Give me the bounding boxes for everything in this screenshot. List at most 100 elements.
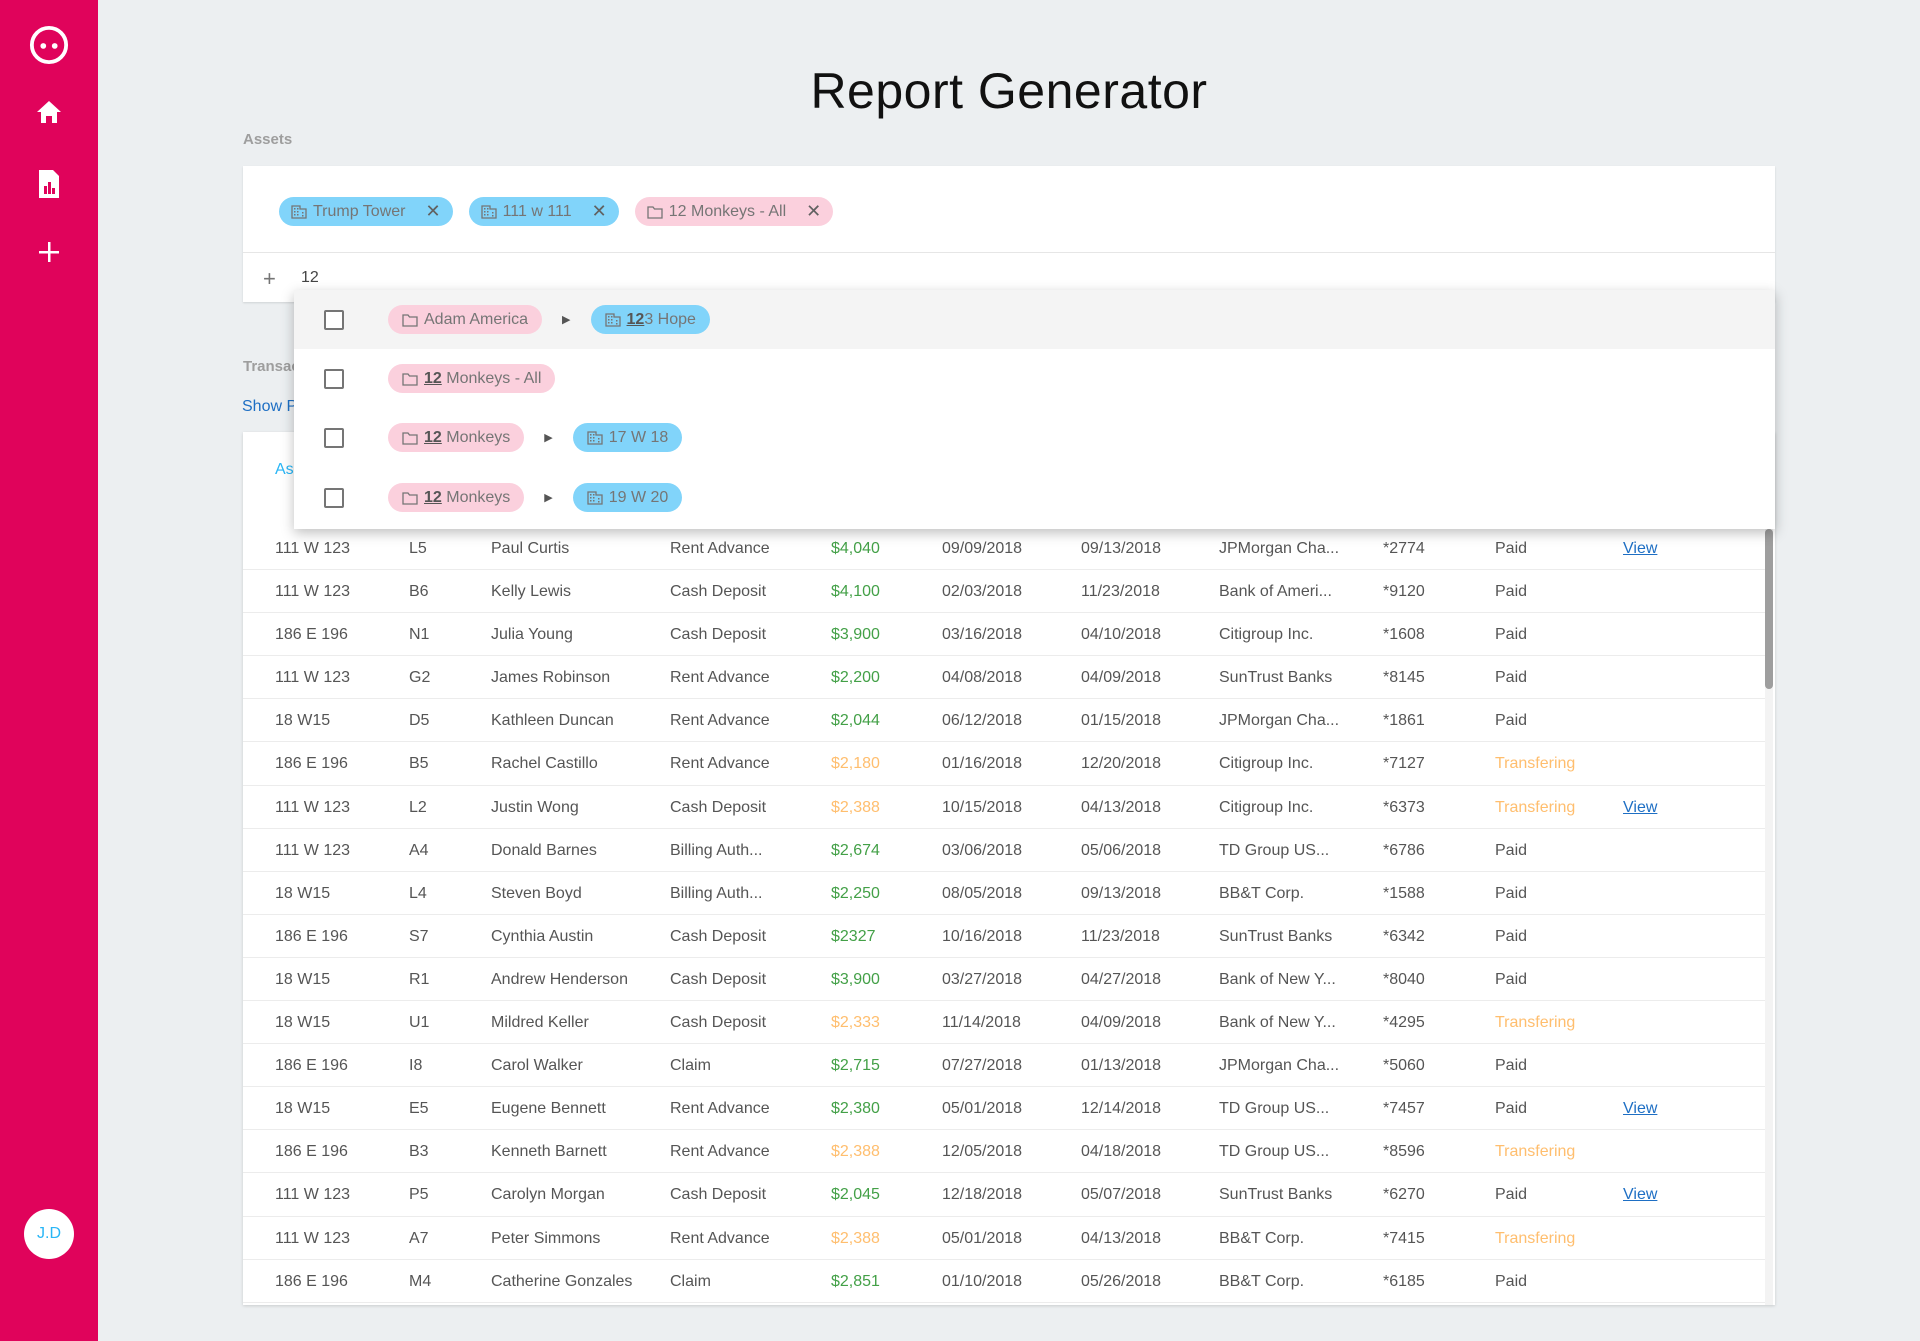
cell-type: Rent Advance (670, 712, 770, 730)
table-row[interactable]: 111 W 123 A4 Donald Barnes Billing Auth... $… (243, 829, 1765, 872)
arrow-right-icon: ▶ (544, 492, 553, 504)
avatar[interactable]: J.D (24, 1209, 74, 1259)
table-row[interactable]: 18 W15 L4 Steven Boyd Billing Auth... $2,250… (243, 872, 1765, 915)
cell-account: *7415 (1383, 1229, 1425, 1247)
suggestion-parent-label: Monkeys - All (441, 369, 542, 387)
scrollbar-thumb[interactable] (1765, 529, 1773, 689)
cell-action[interactable]: View (1623, 1173, 1657, 1216)
table-row[interactable]: 186 E 196 B3 Kenneth Barnett Rent Advance $2… (243, 1130, 1765, 1174)
cell-bank: BB&T Corp. (1219, 1272, 1305, 1290)
cell-date-start: 05/01/2018 (942, 1229, 1023, 1247)
cell-date-end: 04/13/2018 (1081, 798, 1162, 816)
cell-bank: Citigroup Inc. (1219, 755, 1314, 773)
cell-tenant: Kenneth Barnett (491, 1143, 607, 1161)
asset-chip[interactable]: Trump Tower ✕ (279, 197, 453, 226)
suggestion-item[interactable]: 12 Monkeys ▶ 19 W 20 (294, 468, 1775, 527)
cell-tenant: Carol Walker (491, 1057, 583, 1075)
close-icon[interactable]: ✕ (806, 201, 821, 222)
suggestion-parent-chip: 12 Monkeys (388, 483, 525, 512)
table-row[interactable]: 186 E 196 S7 Cynthia Austin Cash Deposit $23… (243, 915, 1765, 958)
cell-action[interactable]: View (1623, 527, 1657, 570)
table-row[interactable]: 111 W 123 A7 Peter Simmons Rent Advance $2,3… (243, 1217, 1765, 1260)
transactions-label: Transac (243, 358, 300, 375)
cell-asset: 186 E 196 (275, 927, 348, 945)
asset-chip-label: Trump Tower (313, 202, 406, 220)
checkbox[interactable] (324, 368, 344, 389)
cell-amount: $2,674 (831, 841, 880, 859)
report-icon[interactable] (29, 164, 69, 204)
match-highlight: 12 (424, 488, 442, 506)
home-icon[interactable] (29, 92, 69, 132)
table-row[interactable]: 111 W 123 L2 Justin Wong Cash Deposit $2,388… (243, 786, 1765, 829)
cell-asset: 18 W15 (275, 1014, 331, 1032)
cell-account: *9120 (1383, 583, 1425, 601)
asset-search-input[interactable] (301, 266, 513, 292)
cell-date-start: 05/01/2018 (942, 1100, 1023, 1118)
show-link[interactable]: Show P (242, 398, 297, 416)
cell-tenant: Julia Young (491, 626, 573, 644)
cell-tenant: Carolyn Morgan (491, 1186, 605, 1204)
plus-icon[interactable] (29, 232, 69, 272)
asset-chip[interactable]: 111 w 111 ✕ (468, 197, 619, 226)
asset-chip[interactable]: 12 Monkeys - All ✕ (634, 197, 834, 226)
table-row[interactable]: 111 W 123 B6 Kelly Lewis Cash Deposit $4,100… (243, 570, 1765, 614)
building-icon (291, 204, 307, 219)
cell-status: Paid (1495, 669, 1528, 687)
cell-action[interactable]: View (1623, 786, 1657, 829)
cell-unit: B5 (409, 755, 429, 773)
cell-date-end: 05/26/2018 (1081, 1272, 1162, 1290)
cell-type: Rent Advance (670, 1143, 770, 1161)
cell-asset: 18 W15 (275, 884, 331, 902)
table-row[interactable]: 18 W15 E5 Eugene Bennett Rent Advance $2,380… (243, 1087, 1765, 1131)
cell-action[interactable]: View (1623, 1087, 1657, 1130)
cell-asset: 186 E 196 (275, 1272, 348, 1290)
table-row[interactable]: 186 E 196 B5 Rachel Castillo Rent Advance $2… (243, 742, 1765, 786)
cell-date-end: 09/13/2018 (1081, 540, 1162, 557)
cell-bank: BB&T Corp. (1219, 884, 1305, 902)
checkbox[interactable] (324, 487, 344, 508)
suggestion-parent-label: Adam America (424, 310, 529, 328)
cell-unit: D5 (409, 712, 430, 730)
table-header-asset[interactable]: As (275, 461, 294, 479)
cell-amount: $4,040 (831, 540, 880, 557)
cell-date-start: 03/06/2018 (942, 841, 1023, 859)
table-row[interactable]: 186 E 196 I8 Carol Walker Claim $2,715 07/27/… (243, 1044, 1765, 1088)
cell-status: Paid (1495, 626, 1528, 644)
add-asset-icon[interactable]: + (263, 266, 287, 292)
suggestion-item[interactable]: 12 Monkeys ▶ 17 W 18 (294, 408, 1775, 467)
folder-icon (402, 431, 418, 445)
cell-bank: Citigroup Inc. (1219, 798, 1314, 816)
transactions-table: As 111 W 123 L5 Paul Curtis Rent Advance $4,… (243, 432, 1775, 1305)
cell-amount: $2,388 (831, 1143, 880, 1161)
cell-asset: 111 W 123 (275, 1186, 351, 1204)
cell-asset: 186 E 196 (275, 755, 348, 773)
cell-asset: 111 W 123 (275, 798, 351, 816)
suggestion-item[interactable]: 12 Monkeys - All (294, 349, 1775, 408)
suggestion-item[interactable]: Adam America ▶ 12 3 Hope (294, 290, 1775, 349)
logo-icon[interactable] (29, 25, 69, 65)
close-icon[interactable]: ✕ (425, 201, 440, 222)
cell-date-start: 01/10/2018 (942, 1272, 1023, 1290)
table-row[interactable]: 186 E 196 M4 Catherine Gonzales Claim $2,851… (243, 1260, 1765, 1303)
table-row[interactable]: 18 W15 U1 Mildred Keller Cash Deposit $2,333… (243, 1001, 1765, 1045)
asset-chips: Trump Tower ✕ 111 w 111 ✕ 12 Monkeys - All ✕ (279, 197, 834, 226)
cell-unit: I8 (409, 1057, 423, 1075)
cell-account: *8596 (1383, 1143, 1425, 1161)
table-row[interactable]: 18 W15 R1 Andrew Henderson Cash Deposit $3,9… (243, 958, 1765, 1002)
checkbox[interactable] (324, 309, 344, 330)
table-row[interactable]: 111 W 123 L5 Paul Curtis Rent Advance $4,040… (243, 527, 1765, 571)
cell-status: Transfering (1495, 1143, 1576, 1161)
checkbox[interactable] (324, 427, 344, 448)
table-row[interactable]: 186 E 196 N1 Julia Young Cash Deposit $3,900… (243, 613, 1765, 657)
table-row[interactable]: 111 W 123 G2 James Robinson Rent Advance $2,… (243, 656, 1765, 700)
suggestion-path: 12 Monkeys ▶ 19 W 20 (388, 483, 683, 512)
table-row[interactable]: 111 W 123 P5 Carolyn Morgan Cash Deposit $2,… (243, 1173, 1765, 1217)
cell-amount: $4,100 (831, 583, 880, 601)
cell-amount: $2,180 (831, 755, 880, 773)
cell-unit: L4 (409, 884, 427, 902)
folder-icon (402, 372, 418, 386)
cell-type: Cash Deposit (670, 583, 767, 601)
table-row[interactable]: 18 W15 D5 Kathleen Duncan Rent Advance $2,04… (243, 699, 1765, 743)
cell-bank: SunTrust Banks (1219, 669, 1333, 687)
close-icon[interactable]: ✕ (592, 201, 607, 222)
